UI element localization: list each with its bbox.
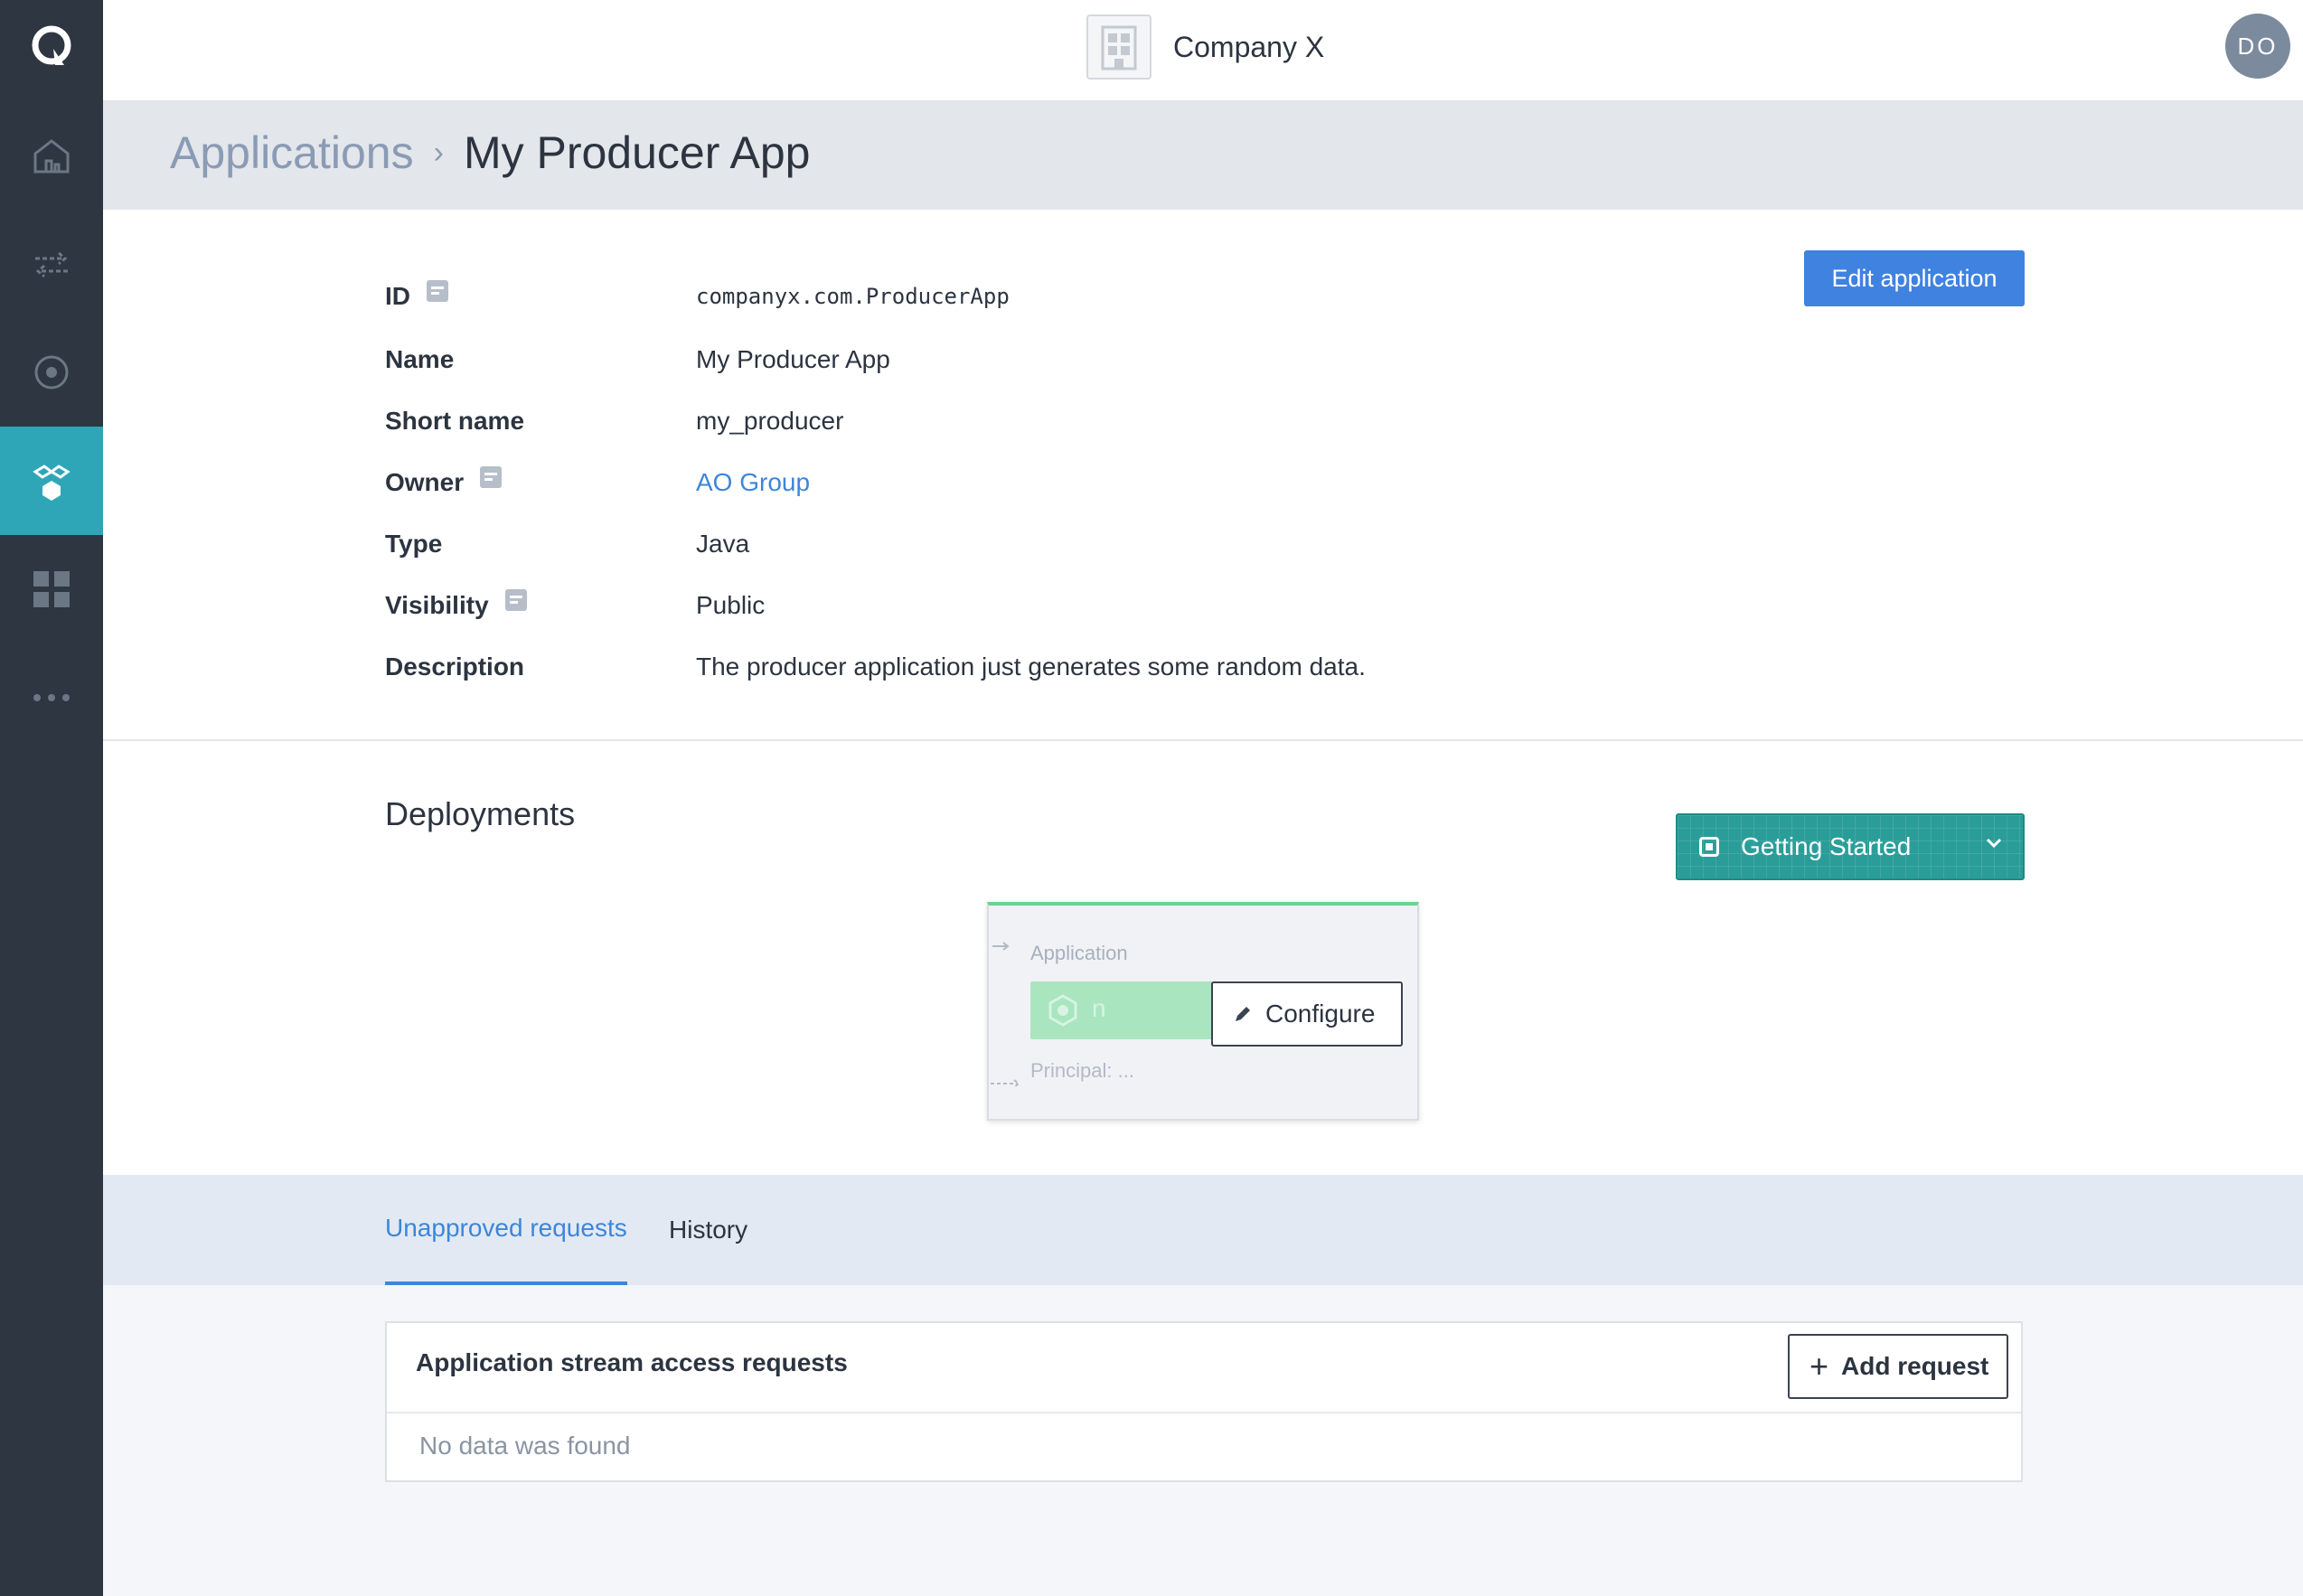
detail-label: Short name [385, 407, 525, 435]
detail-label: Name [385, 345, 455, 373]
grid-icon [33, 571, 70, 607]
info-icon[interactable] [504, 589, 527, 611]
input-arrow-icon [991, 1079, 1020, 1088]
application-details: ID companyx.com.ProducerApp Name My Prod… [103, 210, 2303, 741]
detail-value: Java [696, 530, 750, 558]
app-logo[interactable] [0, 0, 103, 94]
getting-started-button[interactable]: Getting Started [1676, 813, 2025, 880]
tab-unapproved-requests[interactable]: Unapproved requests [385, 1175, 627, 1285]
detail-label: Type [385, 530, 443, 558]
info-icon[interactable] [480, 466, 503, 488]
tab-history[interactable]: History [669, 1175, 747, 1285]
card-title: Application [1030, 942, 1128, 964]
user-avatar[interactable]: DO [2225, 14, 2290, 79]
transfer-arrows-icon [35, 251, 68, 278]
nav-more[interactable] [0, 643, 103, 752]
company-logo [1086, 14, 1152, 80]
getting-started-label: Getting Started [1741, 832, 1912, 860]
deployments-section: Deployments Getting Started Application … [103, 741, 2303, 1175]
detail-label: Description [385, 652, 525, 681]
page-title: My Producer App [463, 127, 811, 178]
breadcrumb-bar: Applications › My Producer App [103, 101, 2303, 210]
guide-icon [1699, 837, 1719, 857]
input-arrow-icon [992, 942, 1010, 951]
empty-state-text: No data was found [419, 1432, 631, 1460]
detail-value: The producer application just generates … [696, 652, 1366, 681]
divider [387, 1412, 2021, 1413]
sidebar [0, 0, 103, 1596]
node-hexagon-icon [1048, 994, 1077, 1027]
detail-row-visibility: Visibility Public [385, 587, 765, 624]
breadcrumb: Applications › My Producer App [170, 127, 810, 179]
company-switcher[interactable]: Company X [1086, 14, 1324, 80]
detail-row-owner: Owner AO Group [385, 465, 810, 501]
building-icon [1101, 25, 1137, 70]
nav-applications[interactable] [0, 427, 103, 535]
edit-application-button[interactable]: Edit application [1804, 250, 2025, 306]
detail-label: ID [385, 282, 410, 310]
detail-label: Owner [385, 468, 465, 496]
detail-row-description: Description The producer application jus… [385, 649, 1366, 685]
pencil-icon [1236, 1007, 1250, 1021]
detail-value: Public [696, 591, 766, 619]
company-name: Company X [1173, 30, 1325, 63]
panel-title: Application stream access requests [416, 1348, 848, 1376]
detail-row-type: Type Java [385, 526, 749, 562]
detail-value: My Producer App [696, 345, 890, 373]
detail-row-short-name: Short name my_producer [385, 403, 843, 439]
logo-icon [32, 25, 71, 65]
detail-value: companyx.com.ProducerApp [696, 284, 1010, 309]
add-request-button[interactable]: + Add request [1788, 1334, 2008, 1399]
add-request-label: Add request [1841, 1352, 1989, 1380]
more-dots-icon [33, 694, 70, 701]
nav-monitor[interactable] [0, 318, 103, 427]
detail-row-name: Name My Producer App [385, 342, 890, 378]
deployments-title: Deployments [385, 795, 576, 832]
node-name-text: n [1092, 994, 1106, 1022]
applications-icon [33, 465, 70, 501]
card-principal: Principal: ... [1030, 1059, 1134, 1082]
owner-link[interactable]: AO Group [696, 468, 810, 497]
home-icon [33, 139, 70, 174]
info-icon[interactable] [427, 280, 448, 302]
nav-home[interactable] [0, 101, 103, 210]
breadcrumb-applications-link[interactable]: Applications [170, 127, 414, 179]
detail-label: Visibility [385, 591, 489, 619]
tabs-bar: Unapproved requests History [103, 1175, 2303, 1285]
top-bar: Company X DO [103, 0, 2303, 101]
detail-value: my_producer [696, 407, 844, 435]
breadcrumb-separator-icon: › [433, 135, 444, 170]
nav-dashboard[interactable] [0, 535, 103, 643]
plus-icon: + [1810, 1347, 1829, 1385]
target-icon [34, 355, 69, 390]
configure-button[interactable]: Configure [1211, 981, 1403, 1047]
chevron-down-icon [1986, 838, 2002, 849]
configure-label: Configure [1265, 1000, 1376, 1028]
detail-row-id: ID companyx.com.ProducerApp [385, 278, 1010, 315]
stream-access-requests-panel: Application stream access requests + Add… [385, 1321, 2023, 1482]
nav-streams[interactable] [0, 210, 103, 318]
